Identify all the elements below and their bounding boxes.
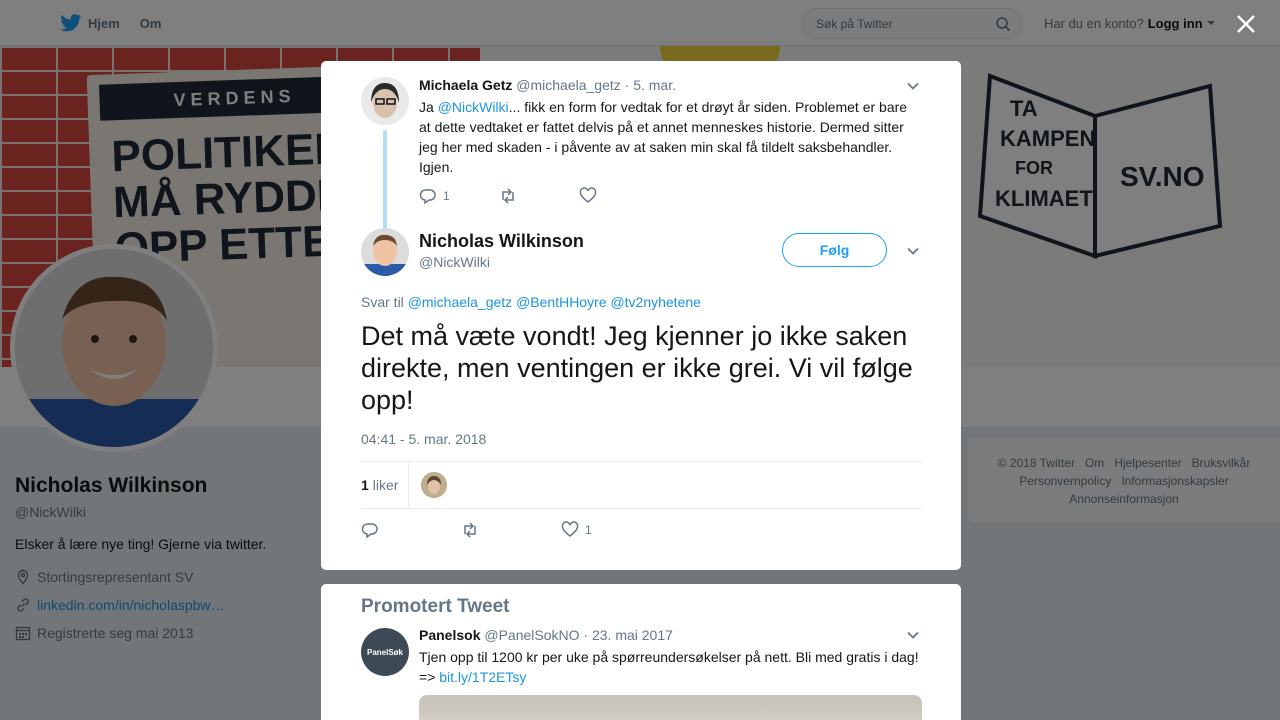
retweet-icon	[464, 522, 476, 538]
tweet-modal: Michaela Getz @michaela_getz · 5. mar. J…	[321, 61, 961, 570]
chevron-down-icon[interactable]	[906, 244, 920, 258]
reply-icon	[361, 523, 378, 539]
heart-icon	[561, 521, 579, 537]
retweet-icon	[502, 188, 514, 204]
promoted-link[interactable]: bit.ly/1T2ETsy	[439, 669, 526, 685]
promoted-tweet-card: Promotert Tweet PanelSøk Panelsok @Panel…	[321, 584, 961, 720]
promoted-author-handle[interactable]: @PanelSokNO	[484, 627, 579, 643]
reply-button[interactable]	[361, 521, 401, 539]
main-avatar-photo	[361, 228, 409, 276]
reply-icon	[419, 189, 436, 205]
reply-context: Svar til @michaela_getz @BentHHoyre @tv2…	[361, 294, 701, 310]
like-button[interactable]: 1	[561, 521, 601, 539]
thread-connector	[383, 130, 387, 238]
liker-avatar[interactable]	[421, 472, 448, 498]
promoted-text: Tjen opp til 1200 kr per uke på spørreun…	[419, 647, 924, 687]
retweet-button[interactable]	[499, 187, 539, 205]
parent-avatar[interactable]	[361, 77, 409, 125]
reply-mention[interactable]: @michaela_getz	[408, 294, 513, 310]
close-icon[interactable]	[1234, 12, 1258, 36]
likes-count[interactable]: 1 liker	[361, 462, 410, 508]
promoted-author-name[interactable]: Panelsok	[419, 627, 480, 643]
reply-prefix: Svar til	[361, 294, 404, 310]
retweet-button[interactable]	[461, 521, 501, 539]
main-tweet-avatar[interactable]	[361, 228, 409, 276]
parent-mention[interactable]: @NickWilki	[438, 99, 509, 115]
liker-avatar-photo	[421, 472, 448, 498]
promoted-image[interactable]	[419, 695, 922, 720]
like-count: 1	[585, 523, 592, 537]
parent-text-prefix: Ja	[419, 99, 438, 115]
promoted-title: Promotert Tweet	[361, 596, 510, 617]
follow-button[interactable]: Følg	[782, 233, 887, 267]
parent-avatar-photo	[361, 77, 409, 125]
parent-tweet-header: Michaela Getz @michaela_getz · 5. mar.	[419, 77, 676, 93]
chevron-down-icon[interactable]	[906, 628, 920, 642]
chevron-down-icon[interactable]	[906, 79, 920, 93]
reply-mention[interactable]: @tv2nyhetene	[610, 294, 701, 310]
heart-icon	[579, 187, 597, 203]
parent-author-handle[interactable]: @michaela_getz	[516, 77, 621, 93]
main-tweet-text: Det må væte vondt! Jeg kjenner jo ikke s…	[361, 321, 913, 415]
reply-mention[interactable]: @BentHHoyre	[516, 294, 606, 310]
promoted-avatar-text: PanelSøk	[366, 647, 403, 657]
promoted-avatar[interactable]: PanelSøk	[361, 628, 409, 676]
parent-tweet-date[interactable]: · 5. mar.	[625, 77, 676, 93]
promoted-date[interactable]: · 23. mai 2017	[583, 627, 673, 643]
reply-count: 1	[443, 189, 450, 203]
promoted-header: Panelsok @PanelSokNO · 23. mai 2017	[419, 627, 673, 643]
main-author-handle[interactable]: @NickWilki	[419, 254, 490, 270]
main-author-name[interactable]: Nicholas Wilkinson	[419, 231, 584, 252]
main-tweet-timestamp[interactable]: 04:41 - 5. mar. 2018	[361, 431, 486, 447]
reply-button[interactable]: 1	[419, 187, 459, 205]
parent-tweet-text: Ja @NickWilki... fikk en form for vedtak…	[419, 97, 919, 177]
likes-summary: 1 liker	[361, 461, 922, 509]
parent-tweet-actions: 1	[419, 187, 619, 205]
main-tweet-actions: 1	[361, 521, 601, 539]
parent-author-name[interactable]: Michaela Getz	[419, 77, 512, 93]
likes-label: liker	[372, 477, 399, 493]
likes-number: 1	[361, 477, 369, 493]
like-button[interactable]	[579, 187, 619, 205]
